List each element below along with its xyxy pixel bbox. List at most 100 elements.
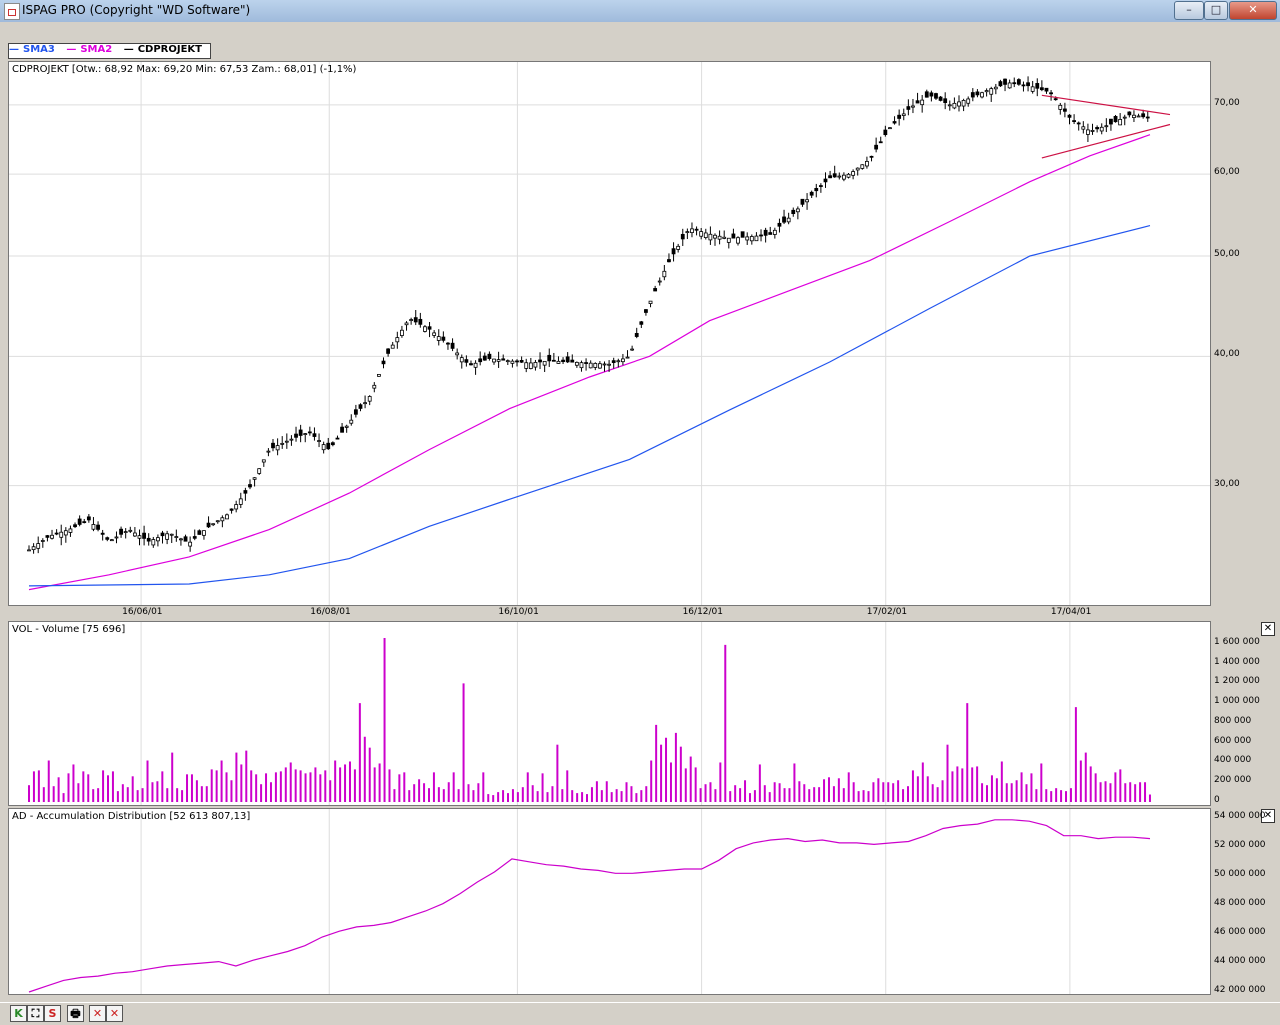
k-button[interactable]: K — [10, 1005, 27, 1022]
candle-body — [372, 384, 377, 389]
candle-body — [878, 141, 883, 144]
candle-body — [975, 91, 980, 96]
price-y-tick: 50,00 — [1214, 249, 1240, 260]
candle-body — [298, 429, 303, 436]
candle-body — [505, 360, 510, 363]
title-bar: ISPAG PRO (Copyright "WD Software") – □ … — [0, 0, 1280, 23]
candle-body — [745, 236, 750, 241]
candle-body — [400, 329, 404, 336]
candle-body — [634, 332, 639, 337]
close-button[interactable]: ✕ — [1229, 1, 1277, 20]
candle-body — [519, 360, 524, 363]
ad-y-tick: 42 000 000 — [1214, 985, 1266, 995]
candle-body — [943, 98, 948, 104]
price-y-tick: 40,00 — [1214, 349, 1240, 360]
chart-legend: — SMA3 — SMA2 — CDPROJEKT — [8, 43, 211, 59]
candle-body — [731, 233, 736, 239]
candle-body — [1044, 87, 1049, 92]
ad-y-tick: 52 000 000 — [1214, 840, 1266, 851]
candle-body — [1072, 120, 1077, 122]
legend-sma2[interactable]: — SMA2 — [66, 44, 116, 55]
candle-body — [100, 532, 105, 535]
s-button[interactable]: S — [44, 1005, 61, 1022]
volume-panel[interactable]: VOL - Volume [75 696] — [8, 621, 1211, 806]
candle-body — [593, 363, 598, 368]
candle-body — [694, 228, 699, 231]
candle-body — [496, 359, 501, 362]
candle-body — [561, 359, 565, 363]
candle-body — [179, 538, 183, 541]
legend-sma3[interactable]: — SMA3 — [9, 44, 59, 55]
ad-y-tick: 54 000 000 — [1214, 811, 1266, 822]
candle-body — [307, 431, 312, 434]
candle-body — [772, 229, 777, 235]
candle-body — [901, 113, 906, 116]
volume-info: VOL - Volume [75 696] — [12, 624, 126, 635]
java-app-icon — [4, 3, 20, 20]
candle-body — [441, 336, 446, 341]
delete-button[interactable]: ✕ — [89, 1005, 106, 1022]
candle-body — [91, 524, 96, 530]
candle-body — [947, 104, 952, 107]
candle-body — [657, 280, 662, 283]
candle-body — [528, 362, 533, 369]
candle-body — [874, 144, 879, 150]
candle-body — [142, 532, 146, 539]
candle-body — [809, 191, 814, 196]
candle-body — [427, 326, 432, 330]
candle-body — [524, 362, 529, 369]
price-y-tick: 60,00 — [1214, 167, 1240, 178]
candle-body — [1141, 113, 1146, 118]
candle-body — [966, 98, 971, 104]
candle-body — [1122, 116, 1127, 119]
candle-body — [436, 336, 441, 341]
print-button[interactable]: 🖶 — [67, 1005, 84, 1022]
maximize-button[interactable]: □ — [1204, 1, 1228, 20]
candle-body — [169, 533, 174, 536]
candle-body — [128, 529, 133, 532]
candle-body — [754, 235, 759, 242]
candle-body — [851, 171, 856, 176]
candle-body — [257, 468, 262, 474]
candle-body — [814, 188, 819, 192]
candle-body — [1058, 104, 1063, 110]
candle-body — [386, 348, 391, 354]
candle-body — [717, 235, 722, 240]
candle-body — [63, 530, 68, 536]
fit-screen-button[interactable]: ⛶ — [27, 1005, 44, 1022]
candle-body — [565, 356, 570, 363]
volume-y-tick: 1 000 000 — [1214, 696, 1260, 707]
candle-body — [515, 360, 519, 363]
delete-all-button[interactable]: ✕ — [106, 1005, 123, 1022]
candle-body — [653, 288, 658, 292]
candle-body — [312, 433, 317, 437]
candle-body — [1104, 125, 1109, 128]
candle-body — [1099, 126, 1104, 132]
candle-body — [1062, 108, 1067, 112]
close-volume-panel-icon[interactable]: ✕ — [1261, 622, 1275, 636]
volume-y-tick: 400 000 — [1214, 755, 1252, 766]
candle-body — [667, 259, 671, 263]
price-panel[interactable]: CDPROJEKT [Otw.: 68,92 Max: 69,20 Min: 6… — [8, 61, 1211, 606]
candle-body — [45, 535, 50, 538]
candle-body — [832, 173, 837, 178]
candle-body — [423, 326, 427, 332]
candle-body — [156, 537, 160, 542]
candle-body — [123, 531, 128, 533]
candle-body — [510, 360, 515, 364]
volume-y-tick: 800 000 — [1214, 715, 1252, 726]
candle-body — [828, 175, 832, 179]
legend-cdprojekt[interactable]: — CDPROJEKT — [124, 44, 206, 55]
ad-info: AD - Accumulation Distribution [52 613 8… — [12, 811, 251, 822]
candle-body — [570, 359, 575, 363]
window-title: ISPAG PRO (Copyright "WD Software") — [22, 3, 251, 17]
candle-body — [749, 236, 754, 242]
candle-body — [1003, 78, 1007, 85]
ad-panel[interactable]: AD - Accumulation Distribution [52 613 8… — [8, 808, 1211, 995]
candle-body — [699, 231, 704, 237]
minimize-button[interactable]: – — [1174, 1, 1204, 20]
candle-body — [358, 404, 363, 409]
candle-body — [1053, 98, 1058, 101]
candle-body — [795, 208, 800, 213]
candle-body — [482, 355, 487, 361]
